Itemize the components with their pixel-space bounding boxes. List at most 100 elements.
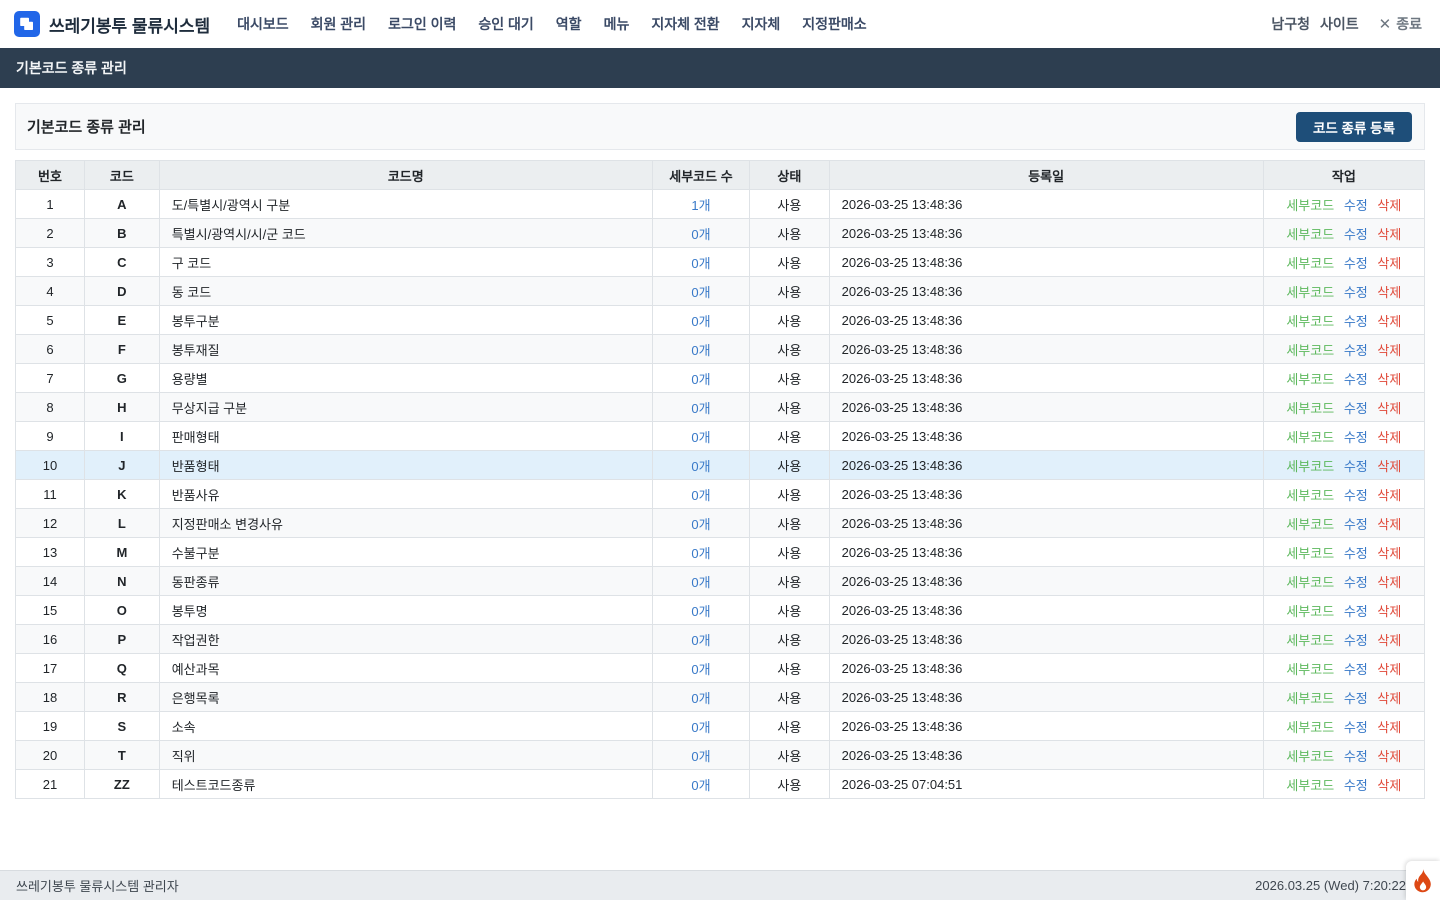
subcode-link[interactable]: 세부코드 xyxy=(1286,227,1334,242)
delete-link[interactable]: 삭제 xyxy=(1377,372,1401,387)
subcode-count-link[interactable]: 0개 xyxy=(652,683,749,712)
edit-link[interactable]: 수정 xyxy=(1344,401,1368,416)
subcode-count-link[interactable]: 0개 xyxy=(652,596,749,625)
subcode-count-link[interactable]: 0개 xyxy=(652,770,749,799)
delete-link[interactable]: 삭제 xyxy=(1377,749,1401,764)
subcode-count-link[interactable]: 0개 xyxy=(652,277,749,306)
subcode-count-link[interactable]: 0개 xyxy=(652,625,749,654)
nav-item[interactable]: 로그인 이력 xyxy=(377,8,467,40)
edit-link[interactable]: 수정 xyxy=(1344,314,1368,329)
subcode-count-link[interactable]: 0개 xyxy=(652,509,749,538)
subcode-link[interactable]: 세부코드 xyxy=(1286,343,1334,358)
subcode-link[interactable]: 세부코드 xyxy=(1286,720,1334,735)
subcode-link[interactable]: 세부코드 xyxy=(1286,575,1334,590)
edit-link[interactable]: 수정 xyxy=(1344,662,1368,677)
edit-link[interactable]: 수정 xyxy=(1344,517,1368,532)
subcode-count-link[interactable]: 0개 xyxy=(652,480,749,509)
edit-link[interactable]: 수정 xyxy=(1344,778,1368,793)
delete-link[interactable]: 삭제 xyxy=(1377,256,1401,271)
subcode-link[interactable]: 세부코드 xyxy=(1286,256,1334,271)
nav-item[interactable]: 역할 xyxy=(545,8,593,40)
edit-link[interactable]: 수정 xyxy=(1344,372,1368,387)
delete-link[interactable]: 삭제 xyxy=(1377,459,1401,474)
subcode-count-link[interactable]: 0개 xyxy=(652,741,749,770)
edit-link[interactable]: 수정 xyxy=(1344,488,1368,503)
nav-item[interactable]: 메뉴 xyxy=(593,8,641,40)
delete-link[interactable]: 삭제 xyxy=(1377,575,1401,590)
subcode-link[interactable]: 세부코드 xyxy=(1286,459,1334,474)
subcode-count-link[interactable]: 0개 xyxy=(652,654,749,683)
delete-link[interactable]: 삭제 xyxy=(1377,227,1401,242)
subcode-count-link[interactable]: 0개 xyxy=(652,364,749,393)
code-cell: M xyxy=(85,538,160,567)
delete-link[interactable]: 삭제 xyxy=(1377,401,1401,416)
delete-link[interactable]: 삭제 xyxy=(1377,517,1401,532)
delete-link[interactable]: 삭제 xyxy=(1377,343,1401,358)
subcode-count-link[interactable]: 0개 xyxy=(652,422,749,451)
edit-link[interactable]: 수정 xyxy=(1344,227,1368,242)
delete-link[interactable]: 삭제 xyxy=(1377,488,1401,503)
subcode-count-link[interactable]: 0개 xyxy=(652,451,749,480)
edit-link[interactable]: 수정 xyxy=(1344,691,1368,706)
nav-item[interactable]: 대시보드 xyxy=(226,8,300,40)
edit-link[interactable]: 수정 xyxy=(1344,575,1368,590)
nav-item[interactable]: 승인 대기 xyxy=(467,8,544,40)
edit-link[interactable]: 수정 xyxy=(1344,633,1368,648)
delete-link[interactable]: 삭제 xyxy=(1377,778,1401,793)
edit-link[interactable]: 수정 xyxy=(1344,459,1368,474)
edit-link[interactable]: 수정 xyxy=(1344,256,1368,271)
subcode-link[interactable]: 세부코드 xyxy=(1286,517,1334,532)
exit-button[interactable]: ✕ 종료 xyxy=(1379,14,1422,34)
row-number-cell: 1 xyxy=(16,190,85,219)
delete-link[interactable]: 삭제 xyxy=(1377,285,1401,300)
subcode-count-link[interactable]: 0개 xyxy=(652,219,749,248)
debug-toolbar-button[interactable] xyxy=(1406,861,1440,900)
subcode-link[interactable]: 세부코드 xyxy=(1286,314,1334,329)
subcode-count-link[interactable]: 0개 xyxy=(652,393,749,422)
delete-link[interactable]: 삭제 xyxy=(1377,314,1401,329)
delete-link[interactable]: 삭제 xyxy=(1377,720,1401,735)
site-link[interactable]: 사이트 xyxy=(1320,14,1359,34)
subcode-link[interactable]: 세부코드 xyxy=(1286,604,1334,619)
edit-link[interactable]: 수정 xyxy=(1344,546,1368,561)
subcode-count-link[interactable]: 0개 xyxy=(652,567,749,596)
edit-link[interactable]: 수정 xyxy=(1344,720,1368,735)
subcode-count-link[interactable]: 0개 xyxy=(652,538,749,567)
subcode-link[interactable]: 세부코드 xyxy=(1286,430,1334,445)
delete-link[interactable]: 삭제 xyxy=(1377,633,1401,648)
nav-item[interactable]: 지자체 전환 xyxy=(640,8,730,40)
delete-link[interactable]: 삭제 xyxy=(1377,604,1401,619)
brand[interactable]: 쓰레기봉투 물류시스템 xyxy=(14,11,210,37)
edit-link[interactable]: 수정 xyxy=(1344,749,1368,764)
subcode-link[interactable]: 세부코드 xyxy=(1286,285,1334,300)
edit-link[interactable]: 수정 xyxy=(1344,430,1368,445)
subcode-count-link[interactable]: 0개 xyxy=(652,712,749,741)
edit-link[interactable]: 수정 xyxy=(1344,604,1368,619)
subcode-count-link[interactable]: 1개 xyxy=(652,190,749,219)
edit-link[interactable]: 수정 xyxy=(1344,343,1368,358)
subcode-link[interactable]: 세부코드 xyxy=(1286,662,1334,677)
subcode-link[interactable]: 세부코드 xyxy=(1286,633,1334,648)
subcode-link[interactable]: 세부코드 xyxy=(1286,749,1334,764)
subcode-link[interactable]: 세부코드 xyxy=(1286,401,1334,416)
subcode-link[interactable]: 세부코드 xyxy=(1286,546,1334,561)
delete-link[interactable]: 삭제 xyxy=(1377,691,1401,706)
subcode-link[interactable]: 세부코드 xyxy=(1286,691,1334,706)
register-code-type-button[interactable]: 코드 종류 등록 xyxy=(1296,112,1412,142)
nav-item[interactable]: 회원 관리 xyxy=(300,8,377,40)
delete-link[interactable]: 삭제 xyxy=(1377,198,1401,213)
nav-item[interactable]: 지자체 xyxy=(731,8,792,40)
delete-link[interactable]: 삭제 xyxy=(1377,546,1401,561)
subcode-count-link[interactable]: 0개 xyxy=(652,306,749,335)
delete-link[interactable]: 삭제 xyxy=(1377,430,1401,445)
subcode-count-link[interactable]: 0개 xyxy=(652,335,749,364)
edit-link[interactable]: 수정 xyxy=(1344,198,1368,213)
nav-item[interactable]: 지정판매소 xyxy=(791,8,877,40)
delete-link[interactable]: 삭제 xyxy=(1377,662,1401,677)
subcode-count-link[interactable]: 0개 xyxy=(652,248,749,277)
subcode-link[interactable]: 세부코드 xyxy=(1286,372,1334,387)
subcode-link[interactable]: 세부코드 xyxy=(1286,778,1334,793)
subcode-link[interactable]: 세부코드 xyxy=(1286,198,1334,213)
subcode-link[interactable]: 세부코드 xyxy=(1286,488,1334,503)
edit-link[interactable]: 수정 xyxy=(1344,285,1368,300)
